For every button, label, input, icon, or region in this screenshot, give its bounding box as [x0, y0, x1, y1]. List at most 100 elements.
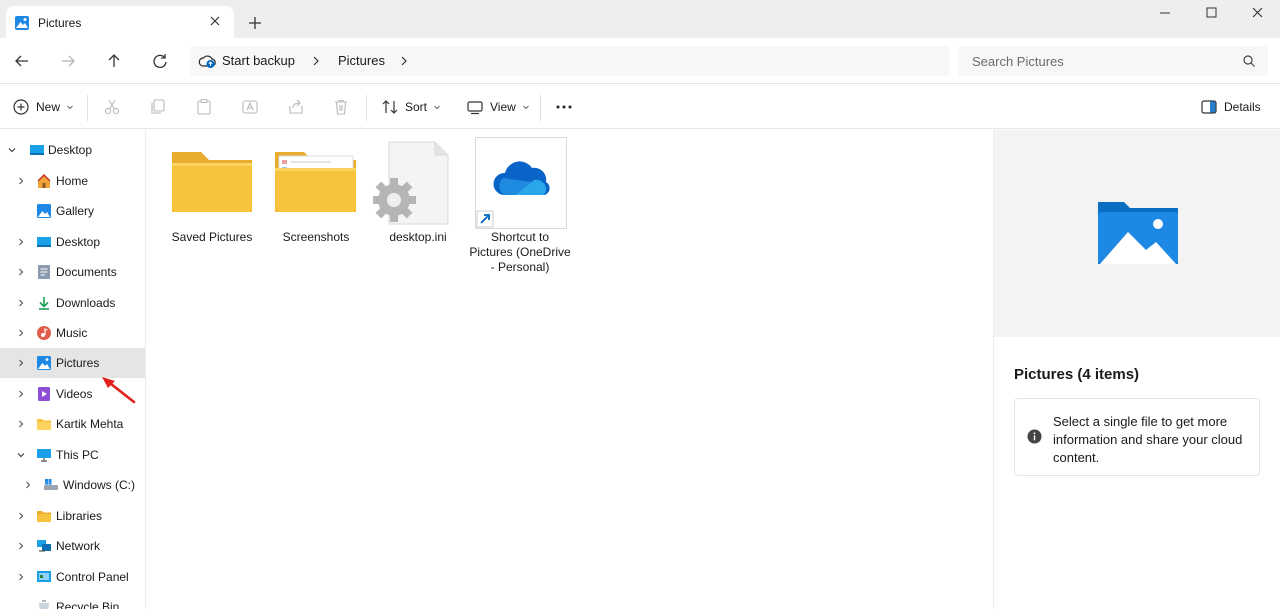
chevron-right-icon[interactable]	[23, 480, 33, 490]
sidebar-item-label: Windows (C:)	[63, 478, 136, 492]
chevron-right-icon[interactable]	[16, 541, 26, 551]
chevron-down-icon[interactable]	[16, 450, 26, 460]
chevron-right-icon[interactable]	[16, 267, 26, 277]
chevron-right-icon[interactable]	[398, 55, 410, 67]
sidebar-item-label: Kartik Mehta	[56, 417, 124, 431]
folder-icon	[37, 419, 51, 430]
sidebar-item-label: Recycle Bin	[56, 600, 120, 609]
new-label: New	[36, 100, 61, 114]
close-window-icon[interactable]	[1234, 0, 1280, 30]
sidebar-item-label: Gallery	[56, 204, 95, 218]
file-item-desktop-ini[interactable]: desktop.ini	[373, 140, 463, 260]
preview-area	[994, 130, 1280, 337]
details-title: Pictures (4 items)	[1014, 366, 1140, 383]
search-box[interactable]: Search Pictures	[958, 46, 1268, 76]
chevron-right-icon[interactable]	[16, 389, 26, 399]
view-button[interactable]: View	[466, 95, 530, 119]
back-arrow-icon[interactable]	[11, 50, 33, 72]
chevron-right-icon[interactable]	[16, 328, 26, 338]
sidebar-item-desktop-root[interactable]: Desktop	[0, 135, 145, 165]
sidebar-item-music[interactable]: Music	[0, 318, 145, 348]
divider	[540, 95, 541, 121]
add-circle-icon	[13, 99, 29, 115]
chevron-right-icon[interactable]	[310, 55, 322, 67]
sidebar-item-label: This PC	[56, 448, 99, 462]
divider	[366, 95, 367, 121]
libraries-icon	[37, 511, 51, 522]
sidebar-item-documents[interactable]: Documents	[0, 257, 145, 287]
more-options-icon[interactable]	[555, 98, 573, 116]
forward-arrow-icon[interactable]	[57, 50, 79, 72]
chevron-down-icon	[434, 105, 440, 110]
downloads-icon	[39, 297, 49, 310]
sidebar-item-label: Desktop	[48, 143, 93, 157]
network-icon	[37, 540, 51, 552]
sidebar-item-label: Libraries	[56, 509, 103, 523]
delete-icon[interactable]	[332, 98, 350, 116]
sidebar-item-gallery[interactable]: Gallery	[0, 196, 145, 226]
sidebar-item-label: Home	[56, 174, 89, 188]
sort-button[interactable]: Sort	[381, 95, 441, 119]
sort-icon	[382, 100, 398, 114]
sidebar-item-network[interactable]: Network	[0, 531, 145, 561]
chevron-right-icon[interactable]	[16, 298, 26, 308]
chevron-right-icon[interactable]	[16, 572, 26, 582]
videos-icon	[38, 387, 50, 401]
file-item-saved-pictures[interactable]: Saved Pictures	[167, 140, 257, 260]
file-item-label: Saved Pictures	[171, 230, 253, 244]
chevron-right-icon[interactable]	[16, 358, 26, 368]
sort-label: Sort	[405, 100, 428, 114]
sidebar-item-home[interactable]: Home	[0, 166, 145, 196]
chevron-right-icon[interactable]	[16, 237, 26, 247]
maximize-icon[interactable]	[1188, 0, 1234, 30]
address-bar[interactable]: Start backup Pictures	[190, 46, 950, 76]
desktop-icon	[30, 145, 44, 155]
file-item-label: Screenshots	[282, 230, 350, 244]
breadcrumb-pictures[interactable]: Pictures	[338, 53, 385, 68]
file-list: Saved Pictures Screenshots desktop.ini S…	[147, 130, 992, 609]
up-arrow-icon[interactable]	[103, 50, 125, 72]
sidebar-item-windows-c[interactable]: Windows (C:)	[0, 470, 145, 500]
pictures-icon	[15, 16, 29, 30]
close-tab-icon[interactable]	[208, 14, 222, 28]
sidebar-item-control-panel[interactable]: Control Panel	[0, 562, 145, 592]
info-text: Select a single file to get more informa…	[1053, 414, 1243, 465]
start-backup-button[interactable]: Start backup	[222, 53, 295, 68]
search-icon[interactable]	[1242, 54, 1256, 68]
sidebar-item-label: Network	[56, 539, 101, 553]
details-pane-button[interactable]: Details	[1200, 95, 1261, 119]
view-label: View	[490, 100, 516, 114]
sidebar-item-this-pc[interactable]: This PC	[0, 440, 145, 470]
sidebar-item-label: Downloads	[56, 296, 116, 310]
tab-pictures[interactable]: Pictures	[6, 6, 234, 38]
details-pane-icon	[1201, 100, 1217, 114]
sidebar-item-desktop[interactable]: Desktop	[0, 227, 145, 257]
sidebar-item-kartik-mehta[interactable]: Kartik Mehta	[0, 409, 145, 439]
paste-icon[interactable]	[195, 98, 213, 116]
new-button[interactable]: New	[12, 95, 74, 119]
file-item-onedrive-shortcut[interactable]: Shortcut to Pictures (OneDrive - Persona…	[469, 137, 571, 297]
copy-icon[interactable]	[149, 98, 167, 116]
sidebar-item-downloads[interactable]: Downloads	[0, 288, 145, 318]
minimize-icon[interactable]	[1142, 0, 1188, 30]
refresh-icon[interactable]	[149, 50, 171, 72]
folder-icon	[172, 152, 252, 212]
command-bar: New Sort View Details	[0, 85, 1280, 129]
info-icon	[1027, 429, 1042, 444]
chevron-right-icon[interactable]	[16, 419, 26, 429]
file-item-screenshots[interactable]: Screenshots	[271, 140, 361, 260]
settings-file-icon	[373, 141, 449, 225]
this-pc-icon	[37, 449, 51, 462]
chevron-right-icon[interactable]	[16, 511, 26, 521]
sidebar-item-libraries[interactable]: Libraries	[0, 501, 145, 531]
cut-icon[interactable]	[103, 98, 121, 116]
new-tab-icon[interactable]	[246, 14, 264, 32]
rename-icon[interactable]	[241, 98, 259, 116]
sidebar-item-recycle-bin[interactable]: Recycle Bin	[0, 592, 145, 609]
details-label: Details	[1224, 100, 1261, 114]
chevron-down-icon[interactable]	[7, 145, 17, 155]
navigation-pane: Desktop Home Gallery Desktop Documents D…	[0, 130, 146, 609]
search-input[interactable]: Search Pictures	[972, 54, 1064, 69]
chevron-right-icon[interactable]	[16, 176, 26, 186]
share-icon[interactable]	[287, 98, 305, 116]
